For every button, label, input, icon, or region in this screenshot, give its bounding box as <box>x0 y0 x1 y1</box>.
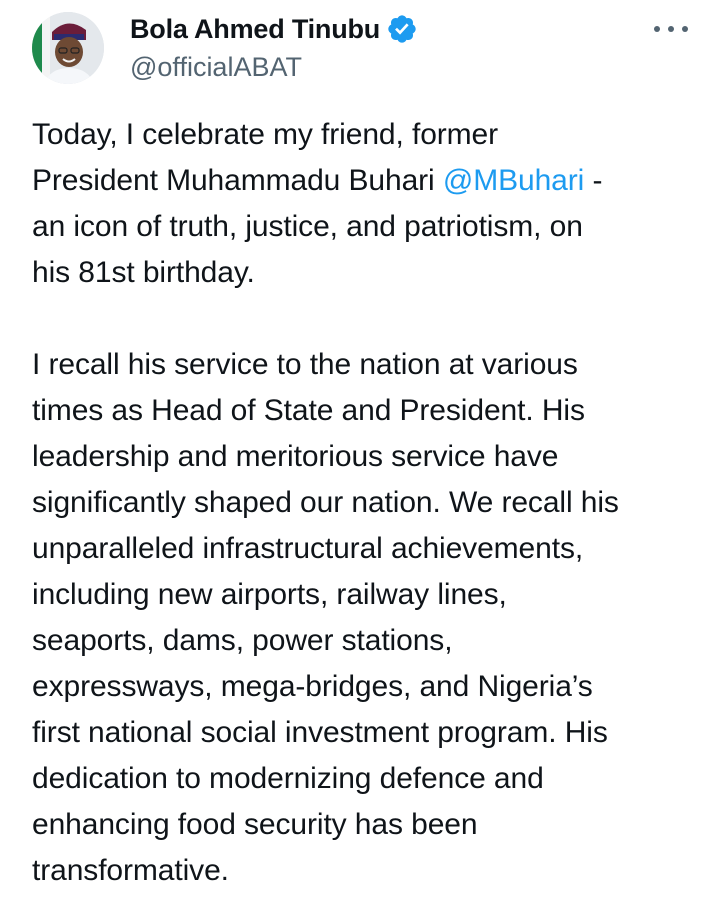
author-display-name[interactable]: Bola Ahmed Tinubu <box>130 14 380 45</box>
tweet-line: unparalleled infrastructural achievement… <box>32 532 584 565</box>
avatar-image <box>32 12 104 84</box>
tweet-text: Today, I celebrate my friend, former Pre… <box>32 112 702 894</box>
tweet-header: Bola Ahmed Tinubu @officialABAT <box>32 10 688 90</box>
author-handle[interactable]: @officialABAT <box>130 52 302 83</box>
mention-link[interactable]: @MBuhari <box>443 164 584 197</box>
tweet-line: leadership and meritorious service have <box>32 440 559 473</box>
tweet-line: enhancing food security has been <box>32 808 478 841</box>
tweet-line: seaports, dams, power stations, <box>32 624 453 657</box>
tweet-line: first national social investment program… <box>32 716 608 749</box>
tweet-text-segment: President Muhammadu Buhari <box>32 164 443 197</box>
tweet-line: his 81st birthday. <box>32 256 255 289</box>
tweet-line: Today, I celebrate my friend, former <box>32 118 499 151</box>
tweet-text-segment: - <box>584 164 603 197</box>
avatar[interactable] <box>32 12 104 84</box>
tweet-paragraph-2: I recall his service to the nation at va… <box>32 342 702 894</box>
more-dot <box>668 26 674 32</box>
tweet-line: significantly shaped our nation. We reca… <box>32 486 619 519</box>
tweet-line: expressways, mega-bridges, and Nigeria’s <box>32 670 593 703</box>
tweet-line: including new airports, railway lines, <box>32 578 507 611</box>
tweet-line: transformative. <box>32 854 229 887</box>
verified-badge-icon <box>386 13 418 45</box>
tweet-line-with-mention: President Muhammadu Buhari @MBuhari - <box>32 158 702 204</box>
author-name-line: Bola Ahmed Tinubu <box>130 13 418 45</box>
tweet-line: times as Head of State and President. Hi… <box>32 394 585 427</box>
tweet-line: I recall his service to the nation at va… <box>32 348 578 381</box>
more-dot <box>654 26 660 32</box>
more-options-icon[interactable] <box>654 20 688 38</box>
tweet-line: an icon of truth, justice, and patriotis… <box>32 210 583 243</box>
tweet-line: dedication to modernizing defence and <box>32 762 544 795</box>
tweet-paragraph-1: Today, I celebrate my friend, former Pre… <box>32 112 702 296</box>
more-dot <box>682 26 688 32</box>
